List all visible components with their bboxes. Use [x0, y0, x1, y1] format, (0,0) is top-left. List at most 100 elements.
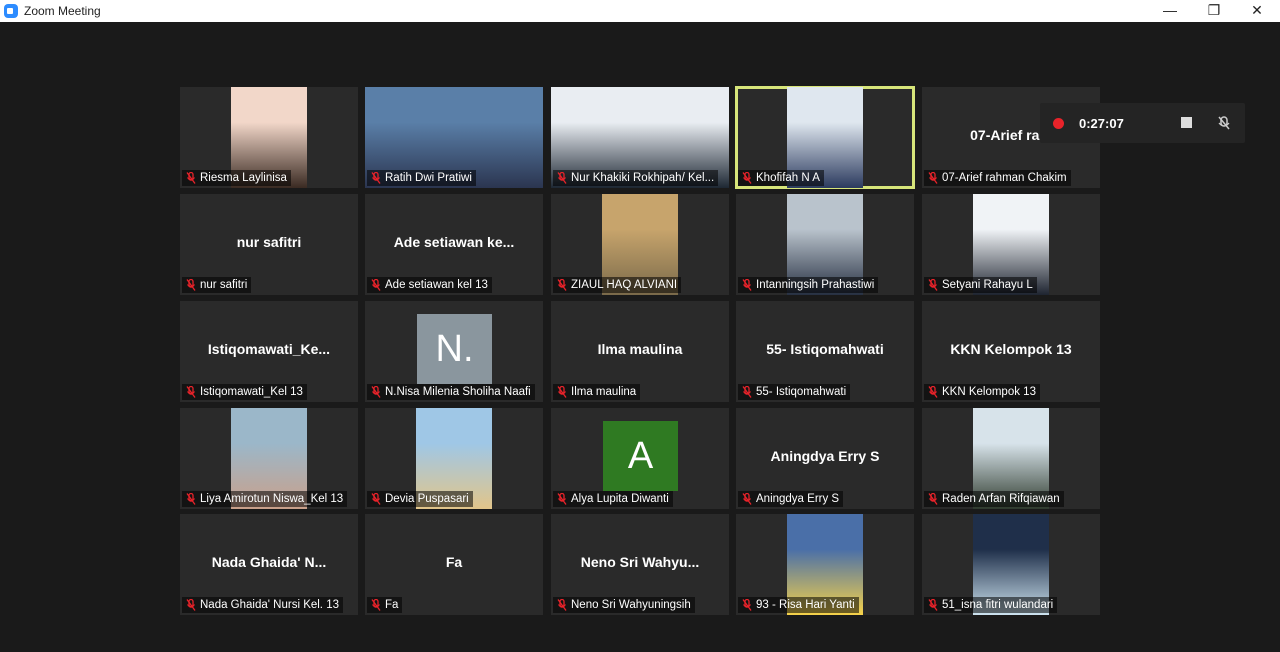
participant-name-label: nur safitri: [182, 277, 252, 293]
muted-mic-icon: [186, 493, 196, 505]
participant-name: 07-Arief rahman Chakim: [942, 172, 1067, 184]
participant-name-label: Nada Ghaida' Nursi Kel. 13: [182, 597, 343, 613]
participant-tile[interactable]: KKN Kelompok 13 KKN Kelompok 13: [922, 301, 1100, 402]
participant-tile[interactable]: Ratih Dwi Pratiwi: [365, 87, 543, 188]
participant-avatar: N.: [417, 314, 492, 384]
participant-tile[interactable]: Riesma Laylinisa: [180, 87, 358, 188]
muted-mic-icon: [186, 172, 196, 184]
participant-name-label: 93 - Risa Hari Yanti: [738, 597, 859, 613]
muted-mic-icon: [371, 172, 381, 184]
participant-display-name: Ilma maulina: [597, 341, 683, 357]
zoom-logo-icon: [4, 4, 18, 18]
participant-tile[interactable]: 51_isna fitri wulandari: [922, 514, 1100, 615]
participant-name-label: Ilma maulina: [553, 384, 641, 400]
muted-mic-icon: [928, 386, 938, 398]
participant-name-label: Istiqomawati_Kel 13: [182, 384, 307, 400]
muted-mic-icon: [557, 386, 567, 398]
recording-dot-icon: [1053, 118, 1064, 129]
participant-tile[interactable]: Raden Arfan Rifqiawan: [922, 408, 1100, 509]
participant-name: Fa: [385, 599, 399, 611]
participant-name: nur safitri: [200, 279, 248, 291]
stop-recording-button[interactable]: [1181, 117, 1192, 128]
participant-tile[interactable]: Nur Khakiki Rokhipah/ Kel...: [551, 87, 729, 188]
participant-name: Nur Khakiki Rokhipah/ Kel...: [571, 172, 715, 184]
participant-name-label: ZIAUL HAQ ALVIANI: [553, 277, 682, 293]
participant-name-label: 51_isna fitri wulandari: [924, 597, 1058, 613]
participant-tile[interactable]: nur safitri nur safitri: [180, 194, 358, 295]
participant-tile[interactable]: Ade setiawan ke... Ade setiawan kel 13: [365, 194, 543, 295]
participant-name-label: N.Nisa Milenia Sholiha Naafi: [367, 384, 535, 400]
muted-mic-icon: [371, 493, 381, 505]
restore-button[interactable]: ❐: [1194, 0, 1234, 22]
minimize-button[interactable]: —: [1150, 0, 1190, 22]
mute-recording-button[interactable]: [1216, 115, 1232, 131]
participant-tile[interactable]: Ilma maulina Ilma maulina: [551, 301, 729, 402]
participant-avatar: A: [603, 421, 678, 491]
participant-name: Neno Sri Wahyuningsih: [571, 599, 691, 611]
participant-tile[interactable]: Khofifah N A: [735, 86, 915, 189]
participant-name-label: Raden Arfan Rifqiawan: [924, 491, 1064, 507]
participant-name: Setyani Rahayu L: [942, 279, 1033, 291]
muted-mic-icon: [371, 386, 381, 398]
muted-mic-icon: [186, 279, 196, 291]
participant-tile[interactable]: N. N.Nisa Milenia Sholiha Naafi: [365, 301, 543, 402]
participant-name-label: Alya Lupita Diwanti: [553, 491, 673, 507]
muted-mic-icon: [742, 279, 752, 291]
muted-mic-icon: [557, 493, 567, 505]
participant-name: Ilma maulina: [571, 386, 637, 398]
muted-mic-icon: [928, 279, 938, 291]
participant-name: Alya Lupita Diwanti: [571, 493, 669, 505]
recording-timer: 0:27:07: [1079, 116, 1124, 131]
participant-name-label: Fa: [367, 597, 403, 613]
participant-display-name: Nada Ghaida' N...: [211, 554, 327, 570]
muted-mic-icon: [928, 493, 938, 505]
participant-tile[interactable]: Devia Puspasari: [365, 408, 543, 509]
participant-name-label: 55- Istiqomahwati: [738, 384, 851, 400]
participant-name: Devia Puspasari: [385, 493, 469, 505]
participant-name: 55- Istiqomahwati: [756, 386, 847, 398]
participant-name: Khofifah N A: [756, 172, 820, 184]
participant-tile[interactable]: Neno Sri Wahyu... Neno Sri Wahyuningsih: [551, 514, 729, 615]
muted-mic-icon: [742, 386, 752, 398]
muted-mic-icon: [742, 599, 752, 611]
participant-name-label: Intanningsih Prahastiwi: [738, 277, 879, 293]
participant-name-label: Khofifah N A: [738, 170, 824, 186]
muted-mic-icon: [557, 279, 567, 291]
participant-display-name: Fa: [445, 554, 463, 570]
participant-name-label: 07-Arief rahman Chakim: [924, 170, 1071, 186]
muted-mic-icon: [742, 172, 752, 184]
participant-name: Liya Amirotun Niswa_Kel 13: [200, 493, 344, 505]
participant-name: Raden Arfan Rifqiawan: [942, 493, 1060, 505]
muted-mic-icon: [928, 172, 938, 184]
participant-tile[interactable]: Nada Ghaida' N... Nada Ghaida' Nursi Kel.…: [180, 514, 358, 615]
participant-tile[interactable]: ZIAUL HAQ ALVIANI: [551, 194, 729, 295]
participant-tile[interactable]: Setyani Rahayu L: [922, 194, 1100, 295]
participant-name: 93 - Risa Hari Yanti: [756, 599, 855, 611]
participant-name: 51_isna fitri wulandari: [942, 599, 1054, 611]
participant-name-label: Liya Amirotun Niswa_Kel 13: [182, 491, 348, 507]
participant-display-name: nur safitri: [236, 234, 302, 250]
participant-name-label: Setyani Rahayu L: [924, 277, 1037, 293]
participant-tile[interactable]: Intanningsih Prahastiwi: [736, 194, 914, 295]
participant-tile[interactable]: 55- Istiqomahwati 55- Istiqomahwati: [736, 301, 914, 402]
participant-name-label: Aningdya Erry S: [738, 491, 844, 507]
participant-name-label: Ratih Dwi Pratiwi: [367, 170, 476, 186]
window-title: Zoom Meeting: [24, 4, 101, 18]
participant-name: Ratih Dwi Pratiwi: [385, 172, 472, 184]
participant-tile[interactable]: Liya Amirotun Niswa_Kel 13: [180, 408, 358, 509]
participant-name: ZIAUL HAQ ALVIANI: [571, 279, 678, 291]
participant-display-name: Aningdya Erry S: [770, 448, 880, 464]
participant-name: Intanningsih Prahastiwi: [756, 279, 875, 291]
participant-tile[interactable]: Fa Fa: [365, 514, 543, 615]
participant-name-label: Devia Puspasari: [367, 491, 473, 507]
participant-name-label: Neno Sri Wahyuningsih: [553, 597, 695, 613]
participant-tile[interactable]: Istiqomawati_Ke... Istiqomawati_Kel 13: [180, 301, 358, 402]
close-button[interactable]: ✕: [1237, 0, 1277, 22]
participant-tile[interactable]: Aningdya Erry S Aningdya Erry S: [736, 408, 914, 509]
participant-tile[interactable]: A Alya Lupita Diwanti: [551, 408, 729, 509]
muted-mic-icon: [928, 599, 938, 611]
participant-name: KKN Kelompok 13: [942, 386, 1036, 398]
muted-mic-icon: [742, 493, 752, 505]
participant-tile[interactable]: 93 - Risa Hari Yanti: [736, 514, 914, 615]
participant-name: Riesma Laylinisa: [200, 172, 287, 184]
